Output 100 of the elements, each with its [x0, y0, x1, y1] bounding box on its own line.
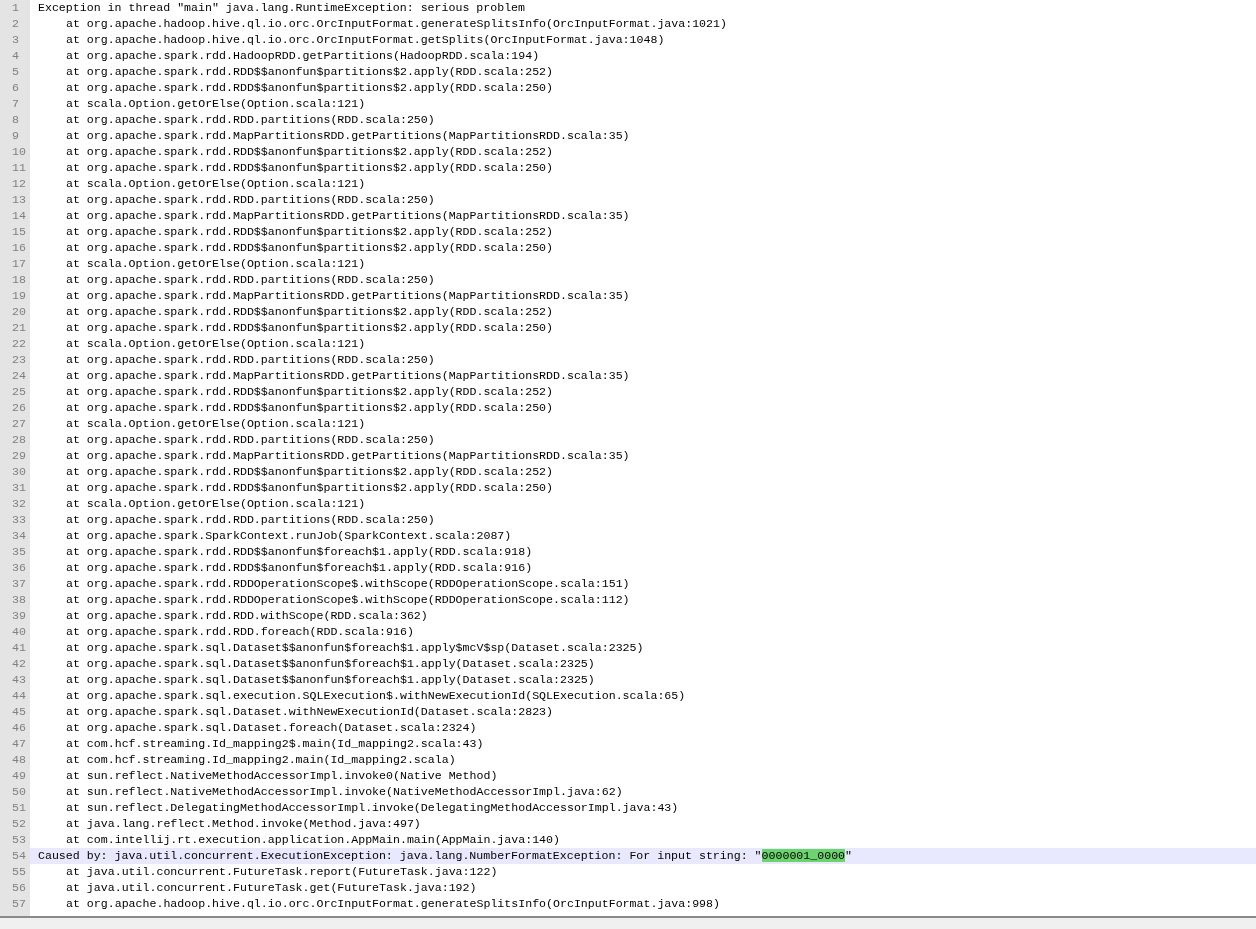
code-text: at org.apache.spark.rdd.RDD$$anonfun$foreach$1.apply(RDD.scala:918) — [66, 545, 533, 558]
code-text: at sun.reflect.NativeMethodAccessorImpl.invoke0(Native Method) — [66, 769, 498, 782]
line-number: 4 — [0, 48, 30, 64]
code-text: at org.apache.spark.rdd.RDD$$anonfun$partitions$2.apply(RDD.scala:252) — [66, 385, 554, 398]
line-number: 3 — [0, 32, 30, 48]
code-text: at org.apache.spark.rdd.MapPartitionsRDD.getPartitions(MapPartitionsRDD.scala:35) — [66, 129, 630, 142]
code-text: at org.apache.spark.rdd.RDDOperationScope$.withScope(RDDOperationScope.scala:151) — [66, 577, 630, 590]
line-number: 8 — [0, 112, 30, 128]
code-text: at org.apache.hadoop.hive.ql.io.orc.OrcInputFormat.getSplits(OrcInputFormat.java:1048) — [66, 33, 665, 46]
line-number: 27 — [0, 416, 30, 432]
line-number: 11 — [0, 160, 30, 176]
line-number: 7 — [0, 96, 30, 112]
line-number: 34 — [0, 528, 30, 544]
code-text: at com.hcf.streaming.Id_mapping2.main(Id_mapping2.scala) — [66, 753, 456, 766]
code-text: at java.util.concurrent.FutureTask.report(FutureTask.java:122) — [66, 865, 498, 878]
line-number: 21 — [0, 320, 30, 336]
line-number: 26 — [0, 400, 30, 416]
line-number: 36 — [0, 560, 30, 576]
line-number: 32 — [0, 496, 30, 512]
code-text: at org.apache.spark.rdd.RDD$$anonfun$partitions$2.apply(RDD.scala:250) — [66, 241, 554, 254]
line-number: 23 — [0, 352, 30, 368]
line-number: 41 — [0, 640, 30, 656]
line-number: 6 — [0, 80, 30, 96]
code-text: at org.apache.spark.rdd.RDD$$anonfun$partitions$2.apply(RDD.scala:252) — [66, 225, 554, 238]
code-text: at org.apache.spark.rdd.RDD.partitions(RDD.scala:250) — [66, 513, 435, 526]
code-text: at org.apache.spark.rdd.RDD.partitions(RDD.scala:250) — [66, 193, 435, 206]
code-text: at scala.Option.getOrElse(Option.scala:121) — [66, 497, 366, 510]
code-text: at org.apache.hadoop.hive.ql.io.orc.OrcInputFormat.generateSplitsInfo(OrcInputFormat.java:1021) — [66, 17, 727, 30]
code-text: at org.apache.hadoop.hive.ql.io.orc.OrcInputFormat.generateSplitsInfo(OrcInputFormat.java:998) — [66, 897, 720, 910]
code-text: at org.apache.spark.rdd.RDD.partitions(RDD.scala:250) — [66, 273, 435, 286]
line-number: 2 — [0, 16, 30, 32]
code-text: at org.apache.spark.sql.Dataset$$anonfun$foreach$1.apply(Dataset.scala:2325) — [66, 673, 595, 686]
code-text: at scala.Option.getOrElse(Option.scala:121) — [66, 97, 366, 110]
line-number: 45 — [0, 704, 30, 720]
code-text: at org.apache.spark.rdd.RDD$$anonfun$partitions$2.apply(RDD.scala:250) — [66, 401, 554, 414]
code-text: at java.lang.reflect.Method.invoke(Method.java:497) — [66, 817, 421, 830]
code-text: at org.apache.spark.sql.Dataset.foreach(Dataset.scala:2324) — [66, 721, 477, 734]
line-number: 38 — [0, 592, 30, 608]
line-number: 50 — [0, 784, 30, 800]
line-number: 17 — [0, 256, 30, 272]
line-number: 48 — [0, 752, 30, 768]
line-number: 46 — [0, 720, 30, 736]
code-text: at org.apache.spark.rdd.MapPartitionsRDD.getPartitions(MapPartitionsRDD.scala:35) — [66, 289, 630, 302]
code-text: at org.apache.spark.rdd.RDD$$anonfun$partitions$2.apply(RDD.scala:250) — [66, 161, 554, 174]
search-match: 0000001_0000 — [761, 849, 846, 862]
line-number: 47 — [0, 736, 30, 752]
line-number: 22 — [0, 336, 30, 352]
line-number: 30 — [0, 464, 30, 480]
code-text: at org.apache.spark.rdd.RDD.foreach(RDD.scala:916) — [66, 625, 414, 638]
line-number: 52 — [0, 816, 30, 832]
code-text: at org.apache.spark.rdd.RDD$$anonfun$partitions$2.apply(RDD.scala:252) — [66, 65, 554, 78]
code-text: at sun.reflect.DelegatingMethodAccessorImpl.invoke(DelegatingMethodAccessorImpl.java:43) — [66, 801, 679, 814]
line-number: 13 — [0, 192, 30, 208]
line-number: 53 — [0, 832, 30, 848]
code-text: at org.apache.spark.rdd.MapPartitionsRDD.getPartitions(MapPartitionsRDD.scala:35) — [66, 449, 630, 462]
code-text: at org.apache.spark.rdd.RDDOperationScope$.withScope(RDDOperationScope.scala:112) — [66, 593, 630, 606]
code-text: at org.apache.spark.rdd.RDD$$anonfun$partitions$2.apply(RDD.scala:250) — [66, 81, 554, 94]
code-text: at com.intellij.rt.execution.application.AppMain.main(AppMain.java:140) — [66, 833, 560, 846]
horizontal-scrollbar[interactable] — [0, 916, 1256, 929]
line-number: 18 — [0, 272, 30, 288]
code-text: at org.apache.spark.rdd.MapPartitionsRDD.getPartitions(MapPartitionsRDD.scala:35) — [66, 369, 630, 382]
code-text: at scala.Option.getOrElse(Option.scala:121) — [66, 177, 366, 190]
line-number: 16 — [0, 240, 30, 256]
line-number: 29 — [0, 448, 30, 464]
line-number: 9 — [0, 128, 30, 144]
code-text: at org.apache.spark.rdd.RDD.withScope(RDD.scala:362) — [66, 609, 428, 622]
code-text: at org.apache.spark.rdd.RDD$$anonfun$partitions$2.apply(RDD.scala:252) — [66, 465, 554, 478]
line-number: 55 — [0, 864, 30, 880]
code-text: at java.util.concurrent.FutureTask.get(FutureTask.java:192) — [66, 881, 477, 894]
line-number: 28 — [0, 432, 30, 448]
code-text: at org.apache.spark.rdd.HadoopRDD.getPartitions(HadoopRDD.scala:194) — [66, 49, 540, 62]
code-text: at org.apache.spark.rdd.RDD.partitions(RDD.scala:250) — [66, 353, 435, 366]
line-number: 49 — [0, 768, 30, 784]
code-text: Exception in thread "main" java.lang.RuntimeException: serious problem — [38, 1, 526, 14]
code-text: at org.apache.spark.rdd.RDD$$anonfun$partitions$2.apply(RDD.scala:252) — [66, 305, 554, 318]
code-text: at org.apache.spark.sql.execution.SQLExecution$.withNewExecutionId(SQLExecution.scala:65) — [66, 689, 686, 702]
line-number: 51 — [0, 800, 30, 816]
code-text: at sun.reflect.NativeMethodAccessorImpl.invoke(NativeMethodAccessorImpl.java:62) — [66, 785, 623, 798]
line-number: 12 — [0, 176, 30, 192]
code-text: at org.apache.spark.rdd.MapPartitionsRDD.getPartitions(MapPartitionsRDD.scala:35) — [66, 209, 630, 222]
code-text: Caused by: java.util.concurrent.ExecutionException: java.lang.NumberFormatException: For input string: " — [38, 849, 762, 862]
line-number: 35 — [0, 544, 30, 560]
code-text: at org.apache.spark.rdd.RDD$$anonfun$partitions$2.apply(RDD.scala:252) — [66, 145, 554, 158]
code-text: at org.apache.spark.SparkContext.runJob(SparkContext.scala:2087) — [66, 529, 512, 542]
line-number: 5 — [0, 64, 30, 80]
line-number: 33 — [0, 512, 30, 528]
line-number: 31 — [0, 480, 30, 496]
line-number: 44 — [0, 688, 30, 704]
line-number: 25 — [0, 384, 30, 400]
line-number: 39 — [0, 608, 30, 624]
line-number: 14 — [0, 208, 30, 224]
code-text: at org.apache.spark.rdd.RDD$$anonfun$partitions$2.apply(RDD.scala:250) — [66, 321, 554, 334]
line-number: 1 — [0, 0, 30, 16]
line-number: 24 — [0, 368, 30, 384]
code-text: at scala.Option.getOrElse(Option.scala:121) — [66, 337, 366, 350]
code-text: at org.apache.spark.rdd.RDD.partitions(RDD.scala:250) — [66, 433, 435, 446]
code-text: at org.apache.spark.rdd.RDD$$anonfun$partitions$2.apply(RDD.scala:250) — [66, 481, 554, 494]
code-text: at scala.Option.getOrElse(Option.scala:121) — [66, 417, 366, 430]
code-text: at org.apache.spark.sql.Dataset$$anonfun$foreach$1.apply(Dataset.scala:2325) — [66, 657, 595, 670]
line-number: 37 — [0, 576, 30, 592]
